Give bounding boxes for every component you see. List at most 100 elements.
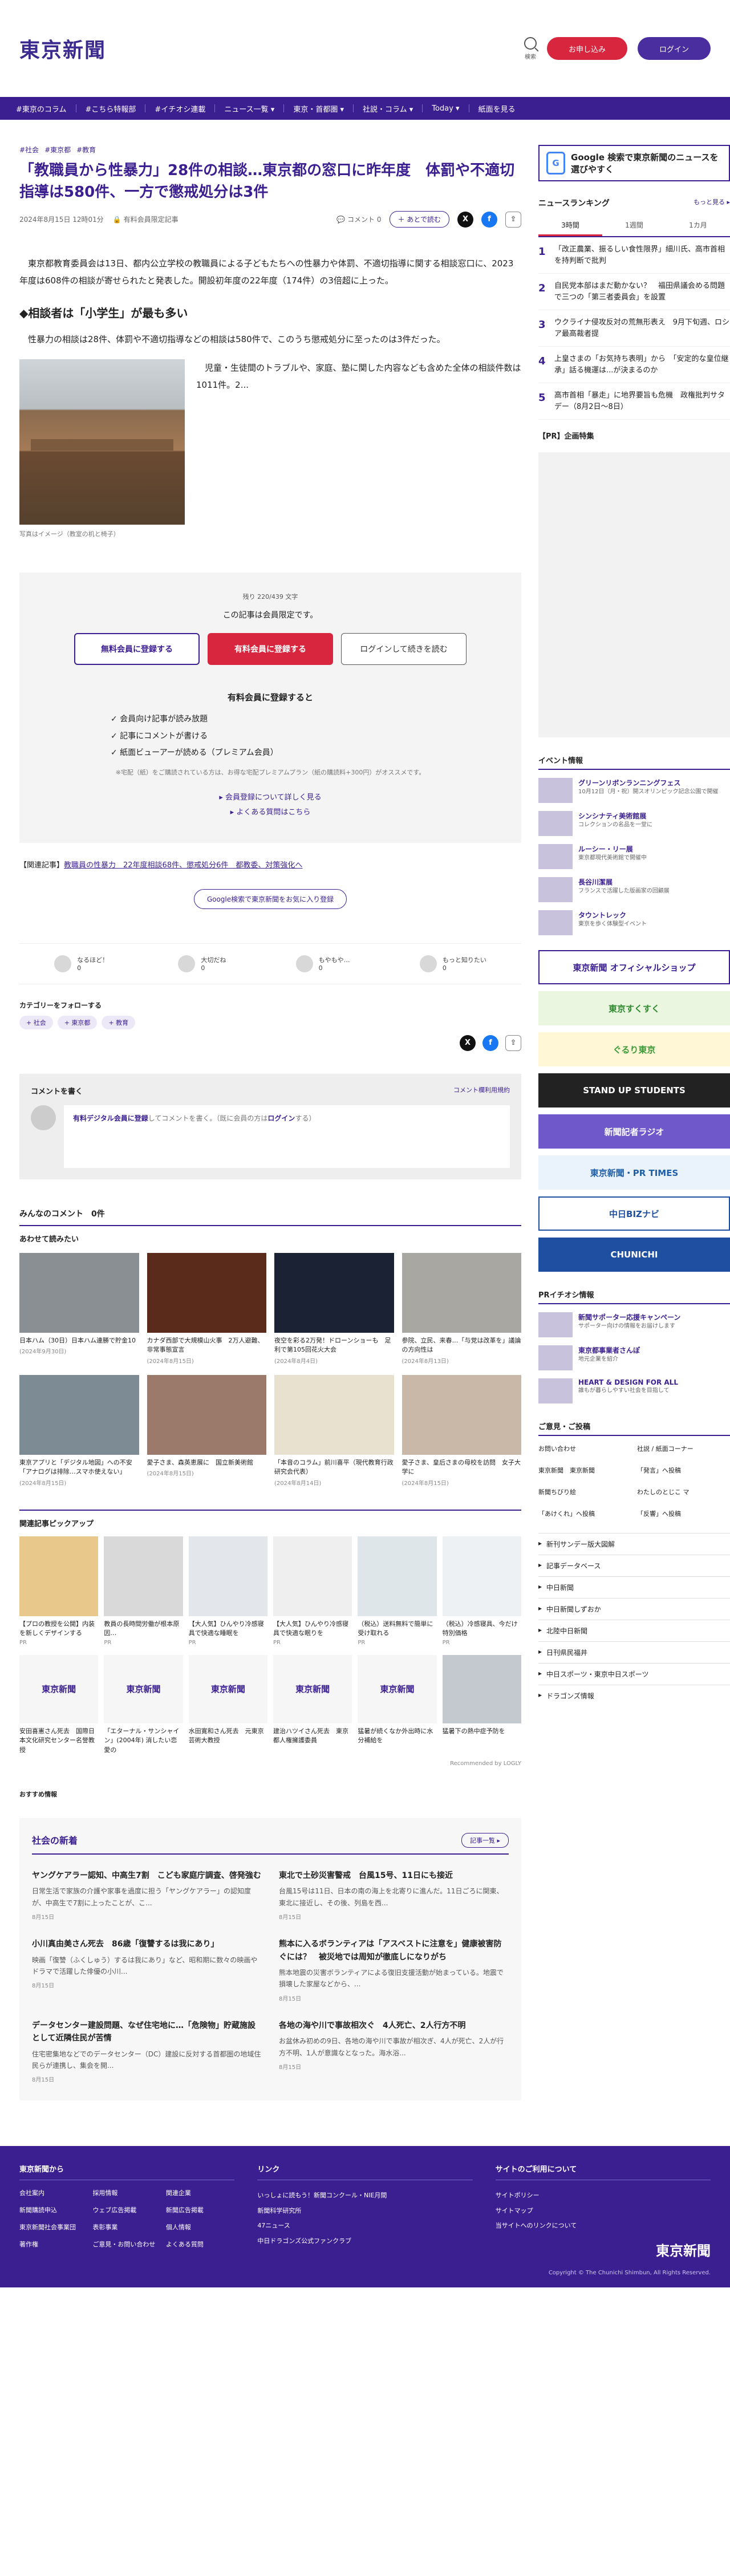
stand-up-students-banner[interactable]: STAND UP STUDENTS bbox=[538, 1073, 730, 1108]
also-read-card[interactable]: 愛子さま、森英恵展に 国立新美術館 (2024年8月15日) bbox=[147, 1374, 266, 1487]
news-item[interactable]: 各地の海や川で事故相次ぐ 4人死亡、2人行方不明 お盆休み初めの9日、各地の海や川… bbox=[279, 2019, 509, 2084]
pickup-tile[interactable]: 東京新聞 「エターナル・サンシャイン」(2004年) 消したい恋愛の bbox=[104, 1654, 183, 1755]
side-menu-item[interactable]: ▸ 北陸中日新聞 bbox=[538, 1620, 730, 1641]
footer-link[interactable]: サイトポリシー bbox=[496, 2192, 540, 2199]
nav-item[interactable]: 東京・首都圏 ▾ bbox=[293, 103, 344, 114]
site-logo[interactable]: 東京新聞 bbox=[19, 34, 106, 63]
reaction-button[interactable]: なるほど！ 0 bbox=[54, 955, 108, 972]
footer-link[interactable]: 表彰事業 bbox=[92, 2222, 161, 2232]
x-share-icon[interactable]: X bbox=[460, 1035, 476, 1051]
tag-link[interactable]: #教育 bbox=[76, 145, 96, 155]
side-menu-item[interactable]: ▸ ドラゴンズ情報 bbox=[538, 1685, 730, 1706]
chunichi-banner[interactable]: CHUNICHI bbox=[538, 1238, 730, 1272]
footer-link[interactable]: 個人情報 bbox=[166, 2222, 234, 2232]
ranking-more-link[interactable]: もっと見る ▸ bbox=[694, 197, 730, 209]
footer-link[interactable]: 採用情報 bbox=[92, 2188, 161, 2197]
nav-item[interactable]: #東京のコラム bbox=[16, 103, 67, 114]
pickup-tile[interactable]: 【大人気】ひんやり冷感寝具で快適な眠りを PR bbox=[273, 1536, 352, 1646]
guide-link[interactable]: 「あけくれ」へ投稿 bbox=[538, 1509, 631, 1518]
ranking-item[interactable]: 2 自民党本部はまだ動かない？ 福田県議会める問題で三つの「第三者委員会」を設置 bbox=[538, 274, 730, 310]
footer-link[interactable]: 中日ドラゴンズ公式ファンクラブ bbox=[257, 2237, 351, 2245]
category-news-more-button[interactable]: 記事一覧 ▸ bbox=[461, 1833, 509, 1848]
footer-logo[interactable]: 東京新聞 bbox=[496, 2240, 711, 2259]
pickup-tile[interactable]: 東京新聞 水田寛和さん死去 元東京芸術大教授 bbox=[188, 1654, 267, 1755]
official-shop-banner[interactable]: 東京新聞 オフィシャルショップ bbox=[538, 950, 730, 984]
news-item[interactable]: 熊本に入るボランティアは「アスベストに注意を」健康被害防ぐには？ 被災地では周知… bbox=[279, 1938, 509, 2002]
login-continue-button[interactable]: ログインして続きを読む bbox=[341, 633, 467, 666]
footer-link[interactable]: よくある質問 bbox=[166, 2240, 234, 2249]
also-read-card[interactable]: カナダ西部で大規模山火事 2万人避難、非常事態宣言 (2024年8月15日) bbox=[147, 1252, 266, 1365]
faq-link[interactable]: ▸ よくある質問はこちら bbox=[230, 808, 311, 817]
also-read-card[interactable]: 「本音のコラム」前川喜平（現代教育行政研究会代表） (2024年8月14日) bbox=[274, 1374, 394, 1487]
news-item[interactable]: 東北で土砂災害警戒 台風15号、11日にも接近 台風15号は11日、日本の南の海上… bbox=[279, 1869, 509, 1921]
nav-item[interactable]: ニュース一覧 ▾ bbox=[224, 103, 274, 114]
related-article-link[interactable]: 教職員の性暴力 22年度相談68件、懲戒処分6件 都教委、対策強化へ bbox=[64, 861, 302, 870]
event-item[interactable]: タウントレック 東京を歩く体験型イベント bbox=[538, 910, 730, 935]
x-share-icon[interactable]: X bbox=[457, 211, 473, 228]
event-item[interactable]: ルーシー・リー展 東京都現代美術館で開催中 bbox=[538, 844, 730, 869]
facebook-share-icon[interactable]: f bbox=[482, 1035, 498, 1051]
ranking-item[interactable]: 1 「改正農業、振るしい食性限界」細川氏、高市首相を持判断で批判 bbox=[538, 237, 730, 274]
news-item[interactable]: データセンター建設問題、なぜ住宅地に…「危険物」貯蔵施設として近隣住民が苦情 住宅… bbox=[32, 2019, 262, 2084]
also-read-card[interactable]: 愛子さま、皇后さまの母校を訪問 女子大学に (2024年8月15日) bbox=[402, 1374, 521, 1487]
pickup-tile[interactable]: 【プロの教授を公開】内装を新しくデザインする PR bbox=[19, 1536, 99, 1646]
also-read-card[interactable]: 参院、立民、来春…「与党は改革を」議論の方向性は (2024年8月13日) bbox=[402, 1252, 521, 1365]
nav-item[interactable]: 紙面を見る bbox=[478, 103, 516, 114]
follow-category-chip[interactable]: + 教育 bbox=[102, 1015, 136, 1029]
comment-login-link[interactable]: ログイン bbox=[267, 1114, 295, 1122]
follow-category-chip[interactable]: + 東京都 bbox=[57, 1015, 98, 1029]
login-button[interactable]: ログイン bbox=[637, 37, 711, 60]
guide-link[interactable]: お問い合わせ bbox=[538, 1444, 631, 1453]
footer-link[interactable]: 新聞科学研究所 bbox=[257, 2207, 301, 2214]
footer-link[interactable]: 会社案内 bbox=[19, 2188, 88, 2197]
comment-field[interactable]: 有料デジタル会員に登録してコメントを書く。（既に会員の方はログインする） bbox=[64, 1105, 510, 1168]
side-menu-item[interactable]: ▸ 新刊サンデー版大図解 bbox=[538, 1533, 730, 1555]
footer-link[interactable]: 新聞広告掲載 bbox=[166, 2205, 234, 2214]
event-item[interactable]: シンシナティ美術館展 コレクションの名品を一堂に bbox=[538, 811, 730, 836]
guide-link[interactable]: 東京新聞 東京新聞 bbox=[538, 1466, 631, 1475]
pickup-tile[interactable]: 猛暑下の熱中症予防を bbox=[442, 1654, 521, 1755]
footer-link[interactable]: いっしょに読もう！新聞コンクール・NIE月間 bbox=[257, 2192, 387, 2199]
tag-link[interactable]: #社会 bbox=[19, 145, 39, 155]
event-item[interactable]: グリーンリボンランニングフェス 10月12日（月・祝）開スオリンピック記念公園で開… bbox=[538, 778, 730, 803]
footer-link[interactable]: 関連企業 bbox=[166, 2188, 234, 2197]
register-digital-link[interactable]: 有料デジタル会員に登録 bbox=[73, 1114, 148, 1122]
pickup-tile[interactable]: 東京新聞 猛暑が続くなか外出時に水分補給を bbox=[358, 1654, 437, 1755]
pr-item[interactable]: 東京都事業者さんぽ 地元企業を紹介 bbox=[538, 1345, 730, 1370]
side-menu-item[interactable]: ▸ 中日新聞しずおか bbox=[538, 1598, 730, 1620]
classroom-photo[interactable] bbox=[19, 359, 185, 525]
facebook-share-icon[interactable]: f bbox=[481, 211, 497, 228]
comment-count-link[interactable]: 💬 コメント 0 bbox=[336, 214, 381, 224]
pr-item[interactable]: HEART & DESIGN FOR ALL 誰もが暮らしやすい社会を目指して bbox=[538, 1378, 730, 1403]
pickup-tile[interactable]: 東京新聞 安田喜憲さん死去 国際日本文化研究センター名誉教授 bbox=[19, 1654, 99, 1755]
ranking-item[interactable]: 4 上皇さまの「お気持ち表明」から 「安定的な皇位継承」話る機運は...が決まるの… bbox=[538, 347, 730, 383]
side-menu-item[interactable]: ▸ 中日新聞 bbox=[538, 1576, 730, 1598]
event-item[interactable]: 長谷川潔展 フランスで活躍した版画家の回顧展 bbox=[538, 877, 730, 902]
share-icon[interactable]: ⇪ bbox=[505, 1035, 521, 1051]
footer-link[interactable]: 47ニュース bbox=[257, 2222, 290, 2229]
register-paid-button[interactable]: 有料会員に登録する bbox=[208, 633, 333, 666]
read-later-button[interactable]: ＋ あとで読む bbox=[389, 211, 449, 228]
nav-item[interactable]: #イチオシ連載 bbox=[155, 103, 205, 114]
pickup-tile[interactable]: 教員の長時間労働が根本原因… PR bbox=[104, 1536, 183, 1646]
guide-link[interactable]: 「反響」へ投稿 bbox=[637, 1509, 730, 1518]
footer-link[interactable]: ご意見・お問い合わせ bbox=[92, 2240, 161, 2249]
footer-link[interactable]: 東京新聞社会事業団 bbox=[19, 2222, 88, 2232]
nav-item[interactable]: 社説・コラム ▾ bbox=[363, 103, 413, 114]
ranking-item[interactable]: 3 ウクライナ侵攻反対の荒無形表え 9月下旬週、ロシア最高裁者提 bbox=[538, 310, 730, 347]
ranking-item[interactable]: 5 高市首相「暴走」に地界要旨も危機 政権批判サタデー（8月2日～8日） bbox=[538, 383, 730, 420]
google-news-banner[interactable]: G Google 検索で東京新聞のニュースを選びやすく bbox=[538, 145, 730, 181]
gururi-tokyo-banner[interactable]: ぐるり東京 bbox=[538, 1032, 730, 1066]
bizna-banner[interactable]: 中日BIZナビ bbox=[538, 1196, 730, 1231]
also-read-card[interactable]: 日本ハム（30日）日本ハム連勝で貯金10 (2024年9月30日) bbox=[19, 1252, 139, 1365]
register-free-button[interactable]: 無料会員に登録する bbox=[74, 633, 200, 666]
also-read-card[interactable]: 夜空を彩る2万発！ドローンショーも 足利で第105回花火大会 (2024年8月4日… bbox=[274, 1252, 394, 1365]
footer-link[interactable]: サイトマップ bbox=[496, 2207, 533, 2214]
footer-link[interactable]: 当サイトへのリンクについて bbox=[496, 2222, 577, 2229]
news-item[interactable]: 小川真由美さん死去 86歳「復讐するは我にあり」 映画「復讐（ふくしゅう）するは我… bbox=[32, 1938, 262, 2002]
guide-link[interactable]: 新聞ちびり絵 bbox=[538, 1487, 631, 1496]
sukusuku-banner[interactable]: 東京すくすく bbox=[538, 991, 730, 1025]
comment-rules-link[interactable]: コメント欄利用規約 bbox=[453, 1085, 510, 1096]
guide-link[interactable]: 「発言」へ投稿 bbox=[637, 1466, 730, 1475]
radio-banner[interactable]: 新聞記者ラジオ bbox=[538, 1114, 730, 1149]
